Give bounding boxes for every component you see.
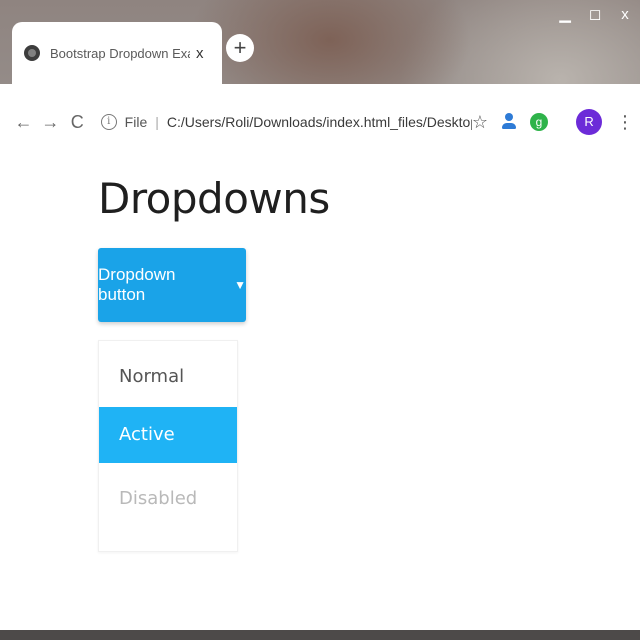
window-bottom-edge bbox=[0, 630, 640, 640]
new-tab-button[interactable]: + bbox=[226, 34, 254, 62]
minimize-button[interactable]: ▁ bbox=[550, 0, 580, 30]
page-title: Dropdowns bbox=[98, 174, 330, 223]
dropdown-item-normal[interactable]: Normal bbox=[99, 349, 237, 405]
file-label: File bbox=[124, 114, 148, 130]
bookmark-star-icon[interactable]: ☆ bbox=[472, 112, 488, 133]
close-window-button[interactable]: x bbox=[610, 0, 640, 30]
back-icon[interactable]: ← bbox=[10, 108, 37, 136]
dropdown-item-active[interactable]: Active bbox=[99, 407, 237, 463]
address-bar[interactable]: i File | C:/Users/Roli/Downloads/index.h… bbox=[100, 106, 472, 138]
tab-close-icon[interactable]: x bbox=[196, 45, 204, 62]
info-icon[interactable]: i bbox=[100, 114, 117, 130]
browser-toolbar: ← → C i File | C:/Users/Roli/Downloads/i… bbox=[0, 84, 640, 160]
globe-icon bbox=[24, 45, 40, 61]
dropdown-button[interactable]: Dropdown button ▼ bbox=[98, 248, 246, 322]
tab-title: Bootstrap Dropdown Example bbox=[50, 45, 190, 61]
dropdown-item-disabled: Disabled bbox=[119, 488, 198, 509]
reload-icon[interactable]: C bbox=[64, 108, 91, 136]
profile-avatar[interactable]: R bbox=[576, 109, 603, 135]
window-controls: ▁ ◻ x bbox=[540, 0, 640, 30]
dropdown-menu: Normal Active Disabled bbox=[98, 340, 238, 552]
kebab-menu-icon[interactable]: ⋮ bbox=[616, 112, 634, 133]
page-content: Dropdowns Dropdown button ▼ Normal Activ… bbox=[0, 160, 640, 630]
address-separator: | bbox=[155, 114, 159, 130]
dropdown-button-label: Dropdown button bbox=[98, 265, 176, 304]
extension-person-icon[interactable] bbox=[502, 113, 517, 131]
caret-down-icon: ▼ bbox=[234, 278, 246, 292]
maximize-button[interactable]: ◻ bbox=[580, 0, 610, 30]
url-text[interactable]: C:/Users/Roli/Downloads/index.html_files… bbox=[167, 114, 472, 130]
toolbar-actions: ☆ g R ⋮ bbox=[472, 109, 634, 135]
extension-green-icon[interactable]: g bbox=[530, 113, 549, 131]
forward-icon[interactable]: → bbox=[37, 108, 64, 136]
browser-tab[interactable]: Bootstrap Dropdown Example x bbox=[12, 22, 222, 84]
